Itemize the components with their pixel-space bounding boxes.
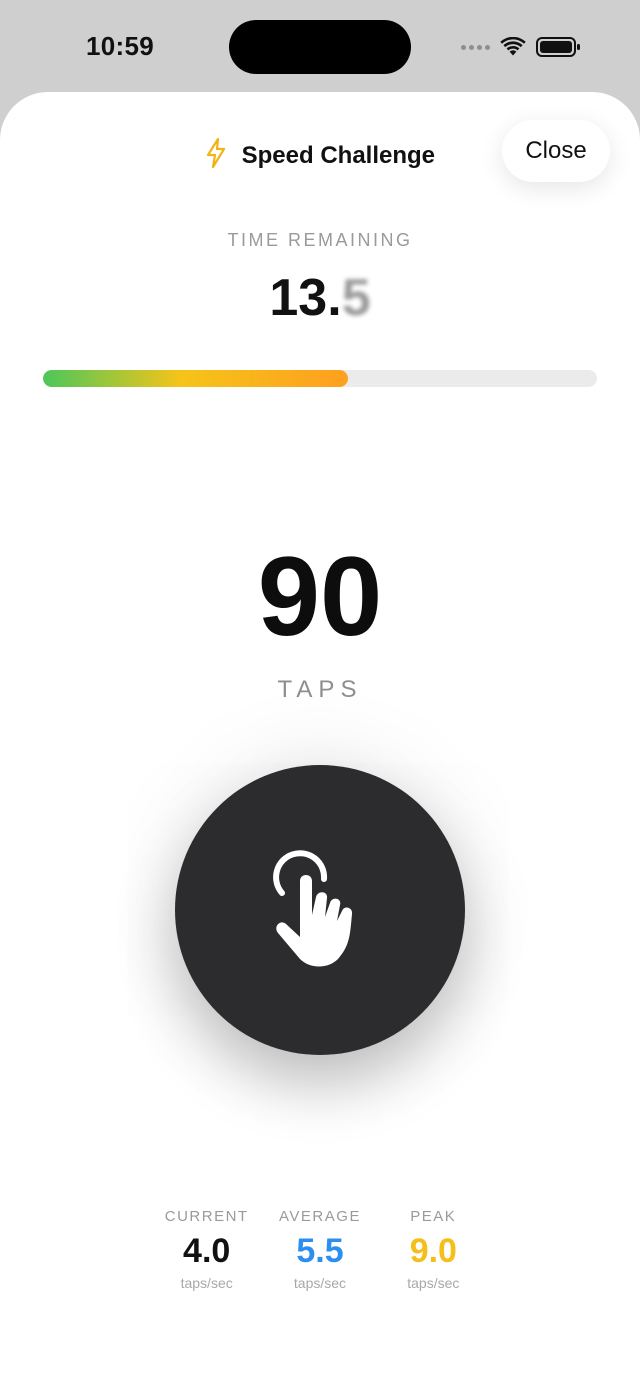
stat-label: CURRENT [164,1208,249,1225]
bolt-icon [205,137,234,169]
stat-unit: taps/sec [293,1275,347,1291]
stat-value: 5.5 [296,1232,344,1270]
tap-count: 90 [257,534,383,659]
stat-label: AVERAGE [279,1208,361,1225]
stat-unit: taps/sec [180,1275,233,1291]
tap-hand-icon [273,850,353,967]
title-text: Speed Challenge [241,142,436,169]
tap-count-label: TAPS [277,676,363,703]
time-progress-fill [43,370,348,387]
stat-value: 9.0 [409,1232,457,1270]
stat-label: PEAK [410,1208,457,1225]
cellular-icon [461,44,490,50]
close-button[interactable]: Close [502,120,610,182]
dynamic-island [229,20,411,74]
time-remaining-value: 13.5 [0,268,640,328]
stat-unit: taps/sec [407,1275,460,1291]
status-icons [461,36,582,58]
wifi-icon [500,37,526,56]
tap-button[interactable] [175,765,465,1055]
time-value-fraction: 5 [341,269,371,327]
stat-average: AVERAGE 5.5 taps/sec [263,1208,376,1291]
time-value-main: 13. [269,269,342,327]
stat-value: 4.0 [183,1232,231,1270]
status-time: 10:59 [86,31,154,61]
time-remaining-label: TIME REMAINING [227,230,413,250]
stats-row: CURRENT 4.0 taps/sec AVERAGE 5.5 taps/se… [150,1208,490,1291]
time-progress-bar [43,370,597,387]
stat-current: CURRENT 4.0 taps/sec [150,1208,263,1291]
battery-icon [536,37,580,57]
challenge-sheet: Speed Challenge Close TIME REMAINING 13.… [0,92,640,1391]
stat-peak: PEAK 9.0 taps/sec [377,1208,490,1291]
status-bar: 10:59 [0,0,640,92]
